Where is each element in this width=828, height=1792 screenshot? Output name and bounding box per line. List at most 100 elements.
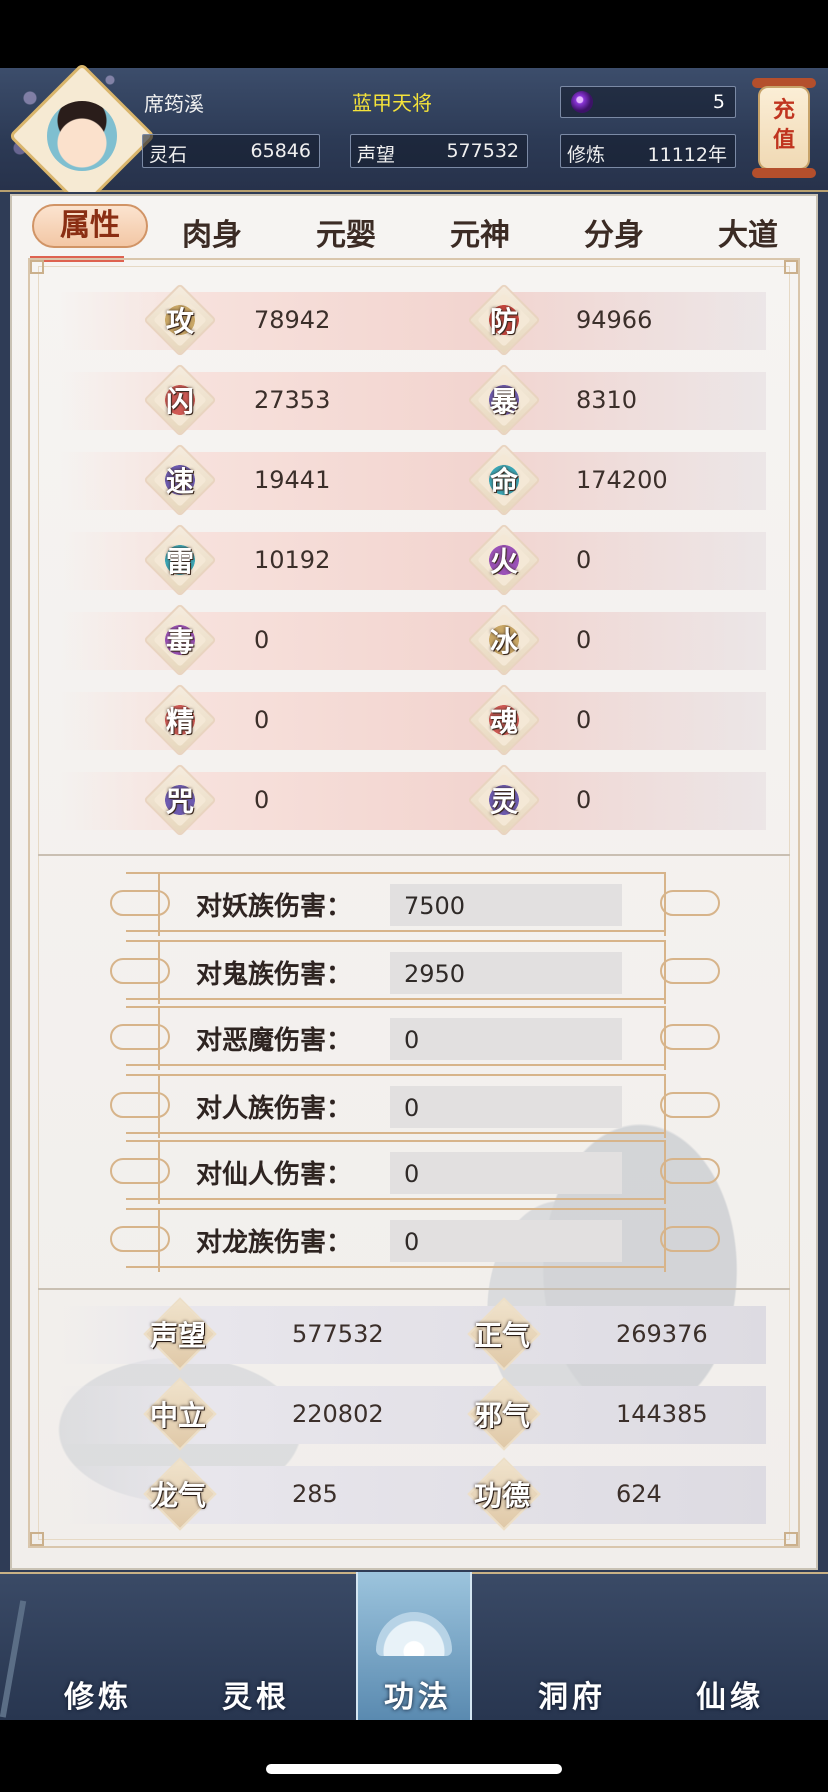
attribute-glyph: 咒 bbox=[165, 785, 194, 818]
frame-corner bbox=[30, 260, 44, 274]
frame-corner bbox=[784, 1532, 798, 1546]
nav-cave[interactable]: 洞府 bbox=[538, 1672, 606, 1716]
attribute-value: 0 bbox=[254, 706, 270, 734]
tab-yuanying[interactable]: 元婴 bbox=[316, 210, 376, 254]
cloud-swirl-right-icon bbox=[660, 1024, 720, 1050]
reputation-value: 577532 bbox=[292, 1320, 384, 1348]
cloud-swirl-right-icon bbox=[660, 958, 720, 984]
attribute-value: 19441 bbox=[254, 466, 331, 494]
damage-value: 0 bbox=[404, 1228, 420, 1256]
reputation-label: 声望 bbox=[150, 1319, 207, 1352]
nav-cultivate[interactable]: 修炼 bbox=[64, 1672, 132, 1716]
reputation-label: 邪气 bbox=[474, 1399, 531, 1432]
reputation-label: 正气 bbox=[474, 1319, 531, 1352]
reputation-value: 577532 bbox=[446, 140, 519, 162]
cultivation-value: 11112年 bbox=[647, 144, 727, 166]
damage-row: 对仙人伤害： 0 bbox=[126, 1140, 666, 1204]
damage-value-box: 7500 bbox=[390, 884, 622, 926]
reputation-label: 中立 bbox=[150, 1399, 207, 1432]
damage-value: 0 bbox=[404, 1160, 420, 1188]
attribute-glyph: 闪 bbox=[165, 385, 194, 418]
purple-gem-icon bbox=[571, 91, 593, 113]
attribute-glyph: 攻 bbox=[165, 305, 194, 338]
tab-body[interactable]: 肉身 bbox=[182, 210, 242, 254]
damage-row: 对人族伤害： 0 bbox=[126, 1074, 666, 1138]
cloud-swirl-left-icon bbox=[110, 1092, 170, 1118]
recharge-label: 充值 bbox=[772, 98, 795, 153]
frame-corner bbox=[784, 260, 798, 274]
attribute-glyph: 灵 bbox=[489, 785, 518, 818]
spirit-stone-stat: 灵石 65846 bbox=[142, 134, 320, 168]
section-divider bbox=[38, 854, 790, 856]
gem-counter[interactable]: 5 bbox=[560, 86, 736, 118]
attribute-glyph: 魂 bbox=[489, 705, 518, 738]
attribute-glyph: 火 bbox=[489, 545, 518, 578]
attribute-value: 27353 bbox=[254, 386, 331, 414]
cloud-swirl-left-icon bbox=[110, 958, 170, 984]
reputation-stat: 声望 577532 bbox=[350, 134, 528, 168]
damage-label: 对恶魔伤害： bbox=[196, 1026, 353, 1056]
home-indicator[interactable] bbox=[266, 1764, 562, 1774]
cloud-swirl-left-icon bbox=[110, 1226, 170, 1252]
damage-row: 对妖族伤害： 7500 bbox=[126, 872, 666, 936]
reputation-label: 龙气 bbox=[150, 1479, 207, 1512]
cloud-swirl-right-icon bbox=[660, 1226, 720, 1252]
reputation-label: 功德 bbox=[474, 1479, 531, 1512]
damage-value: 2950 bbox=[404, 960, 466, 988]
attribute-value: 8310 bbox=[576, 386, 638, 414]
reputation-value: 285 bbox=[292, 1480, 338, 1508]
damage-row: 对恶魔伤害： 0 bbox=[126, 1006, 666, 1070]
nav-technique[interactable]: 功法 bbox=[384, 1672, 452, 1716]
damage-value-box: 2950 bbox=[390, 952, 622, 994]
damage-value: 7500 bbox=[404, 892, 466, 920]
tab-bar: 属性 肉身 元婴 元神 分身 大道 bbox=[10, 204, 818, 260]
attribute-value: 94966 bbox=[576, 306, 653, 334]
recharge-button[interactable]: 充值 bbox=[752, 78, 816, 178]
damage-value: 0 bbox=[404, 1094, 420, 1122]
reputation-label: 声望 bbox=[357, 144, 396, 166]
attribute-value: 0 bbox=[576, 706, 592, 734]
home-bar-area bbox=[0, 1720, 828, 1792]
attribute-value: 0 bbox=[576, 786, 592, 814]
attribute-value: 10192 bbox=[254, 546, 331, 574]
tab-attributes[interactable]: 属性 bbox=[32, 204, 148, 248]
attribute-glyph: 暴 bbox=[489, 385, 518, 418]
tab-yuanshen[interactable]: 元神 bbox=[450, 210, 510, 254]
attribute-glyph: 防 bbox=[489, 305, 518, 338]
attribute-value: 174200 bbox=[576, 466, 668, 494]
attribute-glyph: 精 bbox=[165, 705, 194, 738]
cultivation-label: 修炼 bbox=[567, 144, 606, 166]
scroll-rod-bottom bbox=[752, 168, 816, 178]
damage-label: 对龙族伤害： bbox=[196, 1228, 353, 1258]
cloud-swirl-right-icon bbox=[660, 1158, 720, 1184]
damage-value-box: 0 bbox=[390, 1152, 622, 1194]
attribute-glyph: 速 bbox=[165, 465, 194, 498]
player-name: 席筠溪 bbox=[144, 92, 204, 116]
attribute-glyph: 冰 bbox=[489, 625, 518, 658]
cloud-swirl-left-icon bbox=[110, 1024, 170, 1050]
tab-clone[interactable]: 分身 bbox=[584, 210, 644, 254]
reputation-value: 269376 bbox=[616, 1320, 708, 1348]
attribute-value: 0 bbox=[254, 786, 270, 814]
damage-value-box: 0 bbox=[390, 1086, 622, 1128]
attribute-value: 0 bbox=[576, 626, 592, 654]
tab-dao[interactable]: 大道 bbox=[718, 210, 778, 254]
damage-value-box: 0 bbox=[390, 1220, 622, 1262]
damage-label: 对仙人伤害： bbox=[196, 1160, 353, 1190]
damage-value: 0 bbox=[404, 1026, 420, 1054]
reputation-value: 220802 bbox=[292, 1400, 384, 1428]
gem-value: 5 bbox=[712, 91, 725, 113]
cloud-swirl-right-icon bbox=[660, 1092, 720, 1118]
damage-label: 对人族伤害： bbox=[196, 1094, 353, 1124]
attribute-glyph: 毒 bbox=[165, 625, 194, 658]
nav-spirit-root[interactable]: 灵根 bbox=[222, 1672, 290, 1716]
damage-label: 对鬼族伤害： bbox=[196, 960, 353, 990]
nav-fate[interactable]: 仙缘 bbox=[696, 1672, 764, 1716]
reputation-value: 144385 bbox=[616, 1400, 708, 1428]
cloud-swirl-left-icon bbox=[110, 1158, 170, 1184]
spirit-stone-value: 65846 bbox=[250, 140, 311, 162]
player-title: 蓝甲天将 bbox=[352, 91, 432, 115]
attribute-glyph: 雷 bbox=[165, 545, 194, 578]
status-bar bbox=[0, 0, 828, 68]
cloud-swirl-right-icon bbox=[660, 890, 720, 916]
